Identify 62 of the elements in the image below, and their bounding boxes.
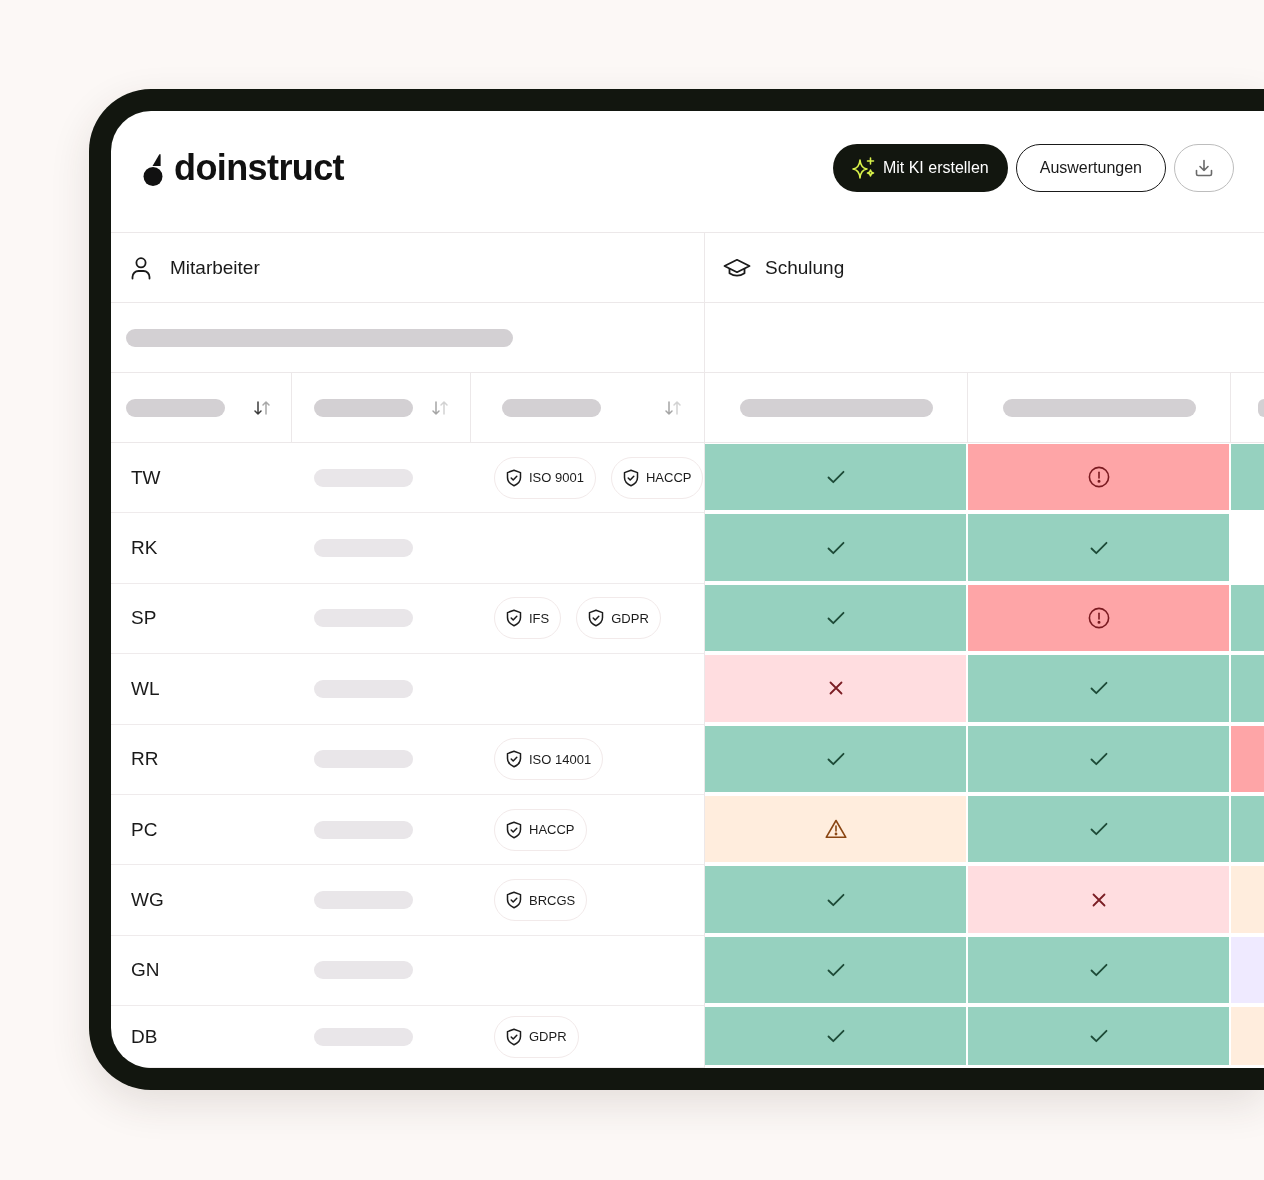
employee-initials: SP [131,607,157,629]
employee-initials: RR [131,748,159,770]
badge-label: GDPR [529,1029,567,1045]
shield-check-icon [506,750,522,769]
status-cell [1231,584,1264,652]
check-icon [1089,962,1108,977]
shield-check-icon [588,609,605,628]
check-icon [1089,1029,1108,1044]
status-cell [1231,795,1264,863]
badge-label: HACCP [529,822,575,838]
warning-icon [824,819,847,840]
badge-label: HACCP [645,470,692,486]
employee-initials: WL [131,677,160,699]
check-icon [1089,822,1108,837]
sparkle-icon [850,155,875,180]
status-cell [1231,866,1264,933]
shield-check-icon [506,820,522,839]
column-group-title: Mitarbeiter [170,256,260,279]
check-icon [826,892,845,907]
status-cell [1231,1007,1264,1065]
cross-icon [828,681,843,696]
download-button[interactable] [1174,143,1234,192]
check-icon [1089,681,1108,696]
badge-label: ISO 14001 [529,751,592,767]
shield-check-icon [506,609,522,628]
check-icon [826,610,845,625]
shield-check-icon [506,1027,522,1046]
shield-check-icon [506,891,522,910]
alert-circle-icon [1087,466,1110,489]
shield-check-icon [506,468,522,487]
cross-icon [1091,892,1106,907]
download-icon [1194,157,1214,178]
employee-initials: RK [131,537,158,559]
badge-label: ISO 9001 [529,470,584,486]
status-cell [1231,655,1264,722]
sort-icon[interactable] [253,399,271,416]
badge-label: GDPR [611,610,649,626]
badge-label: BRCGS [529,892,576,908]
graduation-cap-icon [723,257,751,278]
reports-button[interactable]: Auswertungen [1015,143,1166,192]
employee-initials: DB [131,1025,158,1047]
status-cell [1231,725,1264,792]
check-icon [1089,540,1108,555]
column-group-title: Schulung [765,256,845,279]
shield-check-icon [622,468,639,487]
check-icon [1089,751,1108,766]
check-icon [826,751,845,766]
check-icon [826,540,845,555]
employee-initials: WG [131,889,164,911]
employee-initials: PC [131,818,158,840]
logo-text: doinstruct [174,149,344,186]
check-icon [826,962,845,977]
check-icon [826,1029,845,1044]
employee-initials: TW [131,466,161,488]
employee-initials: GN [131,959,160,981]
status-cell [1231,444,1264,511]
alert-circle-icon [1087,606,1110,629]
check-icon [826,470,845,485]
create-with-ai-button[interactable]: Mit KI erstellen [832,143,1008,192]
badge-label: IFS [529,610,550,626]
person-icon [130,255,152,280]
logo-icon [143,151,163,186]
